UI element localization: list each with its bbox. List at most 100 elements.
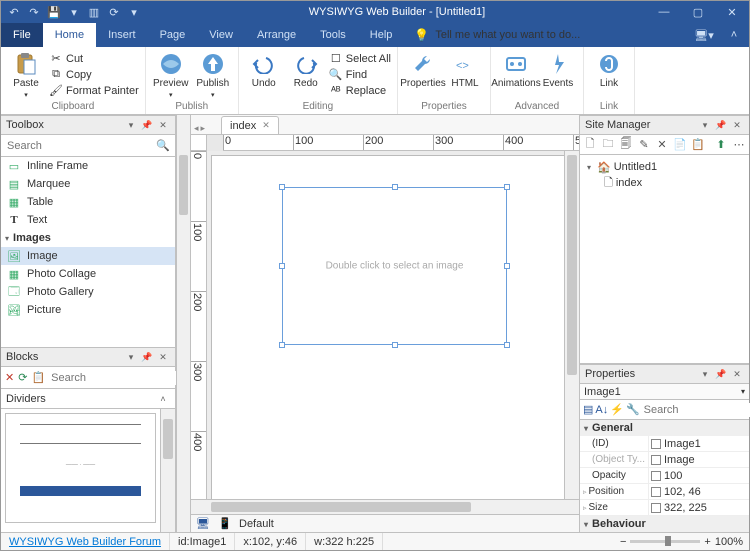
menu-home[interactable]: Home — [43, 23, 96, 47]
alphabetical-icon[interactable]: A↓ — [595, 402, 608, 418]
properties-search-input[interactable] — [642, 403, 750, 417]
close-icon[interactable]: ✕ — [156, 118, 170, 132]
prop-opacity[interactable]: Opacity100 — [580, 468, 749, 484]
edit-icon[interactable]: ✎ — [636, 137, 652, 153]
menu-view[interactable]: View — [197, 23, 245, 47]
tree-page-index[interactable]: 🗋 index — [584, 175, 745, 191]
display-settings-icon[interactable]: 🖥▾ — [689, 23, 719, 47]
toolbox-item-inline-frame[interactable]: ▭Inline Frame — [1, 157, 175, 175]
menu-page[interactable]: Page — [148, 23, 198, 47]
pin-icon[interactable]: 📌 — [714, 367, 728, 381]
close-tab-icon[interactable]: ✕ — [262, 120, 270, 131]
undo-button[interactable]: Undo — [245, 49, 283, 89]
find-button[interactable]: 🔍Find — [329, 67, 391, 82]
properties-button[interactable]: Properties — [404, 49, 442, 89]
zoom-slider[interactable] — [630, 540, 700, 543]
save-icon[interactable]: 💾 — [47, 5, 61, 19]
zoom-in-button[interactable]: + — [704, 536, 710, 548]
blocks-scrollbar[interactable] — [160, 409, 175, 532]
toolbox-item-photo-gallery[interactable]: 🗔Photo Gallery — [1, 283, 175, 301]
menu-tools[interactable]: Tools — [308, 23, 358, 47]
category-general[interactable]: General — [580, 420, 749, 436]
delete-icon[interactable]: ✕ — [5, 370, 14, 386]
close-icon[interactable]: ✕ — [156, 350, 170, 364]
close-icon[interactable]: ✕ — [730, 367, 744, 381]
paste-button[interactable]: Paste ▾ — [7, 49, 45, 99]
close-icon[interactable]: ✕ — [730, 118, 744, 132]
refresh-icon[interactable]: ⟳ — [107, 5, 121, 19]
properties-icon[interactable]: 📋 — [690, 137, 706, 153]
prop-size[interactable]: Size322, 225 — [580, 500, 749, 516]
categorized-icon[interactable]: ▤ — [583, 402, 593, 418]
chevron-up-icon[interactable]: ˄ — [156, 392, 170, 406]
tab-next-icon[interactable]: ▸ — [201, 123, 206, 134]
animations-button[interactable]: Animations — [497, 49, 535, 89]
document-tab-index[interactable]: index ✕ — [221, 116, 279, 134]
collapse-ribbon-icon[interactable]: ˄ — [719, 23, 749, 47]
close-button[interactable]: ✕ — [715, 1, 749, 23]
toolbox-category-images[interactable]: Images — [1, 229, 175, 247]
cut-button[interactable]: ✂Cut — [49, 51, 139, 66]
new-folder-icon[interactable]: 🗀 — [600, 137, 616, 153]
canvas-scrollbar-h[interactable] — [191, 499, 579, 514]
new-page-icon[interactable]: 🗋 — [582, 137, 598, 153]
breakpoint-label[interactable]: Default — [239, 518, 274, 530]
mobile-icon[interactable]: 📱 — [217, 516, 233, 532]
search-icon[interactable]: 🔍 — [155, 139, 171, 152]
preview-button[interactable]: Preview▾ — [152, 49, 190, 99]
import-icon[interactable]: ⬆ — [713, 137, 729, 153]
tell-me-box[interactable]: 💡 Tell me what you want to do... — [404, 23, 689, 47]
pin-icon[interactable]: 📌 — [714, 118, 728, 132]
toolbox-item-picture[interactable]: 🏞Picture — [1, 301, 175, 319]
panel-menu-icon[interactable]: ▾ — [698, 367, 712, 381]
toolbox-item-text[interactable]: TText — [1, 211, 175, 229]
tab-prev-icon[interactable]: ◂ — [194, 123, 199, 134]
menu-insert[interactable]: Insert — [96, 23, 148, 47]
paste-icon[interactable]: 📋 — [31, 370, 45, 386]
toolbox-search-input[interactable] — [5, 139, 155, 153]
qat-more-icon[interactable]: ▾ — [127, 5, 141, 19]
maximize-button[interactable]: ▢ — [681, 1, 715, 23]
selected-object-label[interactable]: Image1▾ — [580, 384, 749, 400]
panel-menu-icon[interactable]: ▾ — [124, 350, 138, 364]
toolbox-item-image[interactable]: 🖼Image — [1, 247, 175, 265]
copy-icon[interactable]: 📄 — [672, 137, 688, 153]
toolbox-scrollbar[interactable] — [176, 115, 191, 532]
prop-position[interactable]: Position102, 46 — [580, 484, 749, 500]
replace-button[interactable]: ᴬᴮReplace — [329, 83, 391, 98]
clone-page-icon[interactable]: 🗐 — [618, 137, 634, 153]
toolbox-item-marquee[interactable]: ▤Marquee — [1, 175, 175, 193]
wrench-icon[interactable]: 🔧 — [626, 402, 640, 418]
more-icon[interactable]: ⋯ — [731, 137, 747, 153]
zoom-out-button[interactable]: − — [620, 536, 626, 548]
selected-image-element[interactable]: Double click to select an image — [282, 187, 507, 345]
blocks-search-input[interactable] — [49, 371, 195, 385]
events-button[interactable]: Events — [539, 49, 577, 89]
menu-file[interactable]: File — [1, 23, 43, 47]
menu-arrange[interactable]: Arrange — [245, 23, 308, 47]
refresh-icon[interactable]: ⟳ — [18, 370, 27, 386]
category-behaviour[interactable]: Behaviour — [580, 516, 749, 532]
pin-icon[interactable]: 📌 — [140, 350, 154, 364]
canvas-scrollbar-v[interactable] — [564, 151, 579, 499]
toolbox-item-photo-collage[interactable]: ▦Photo Collage — [1, 265, 175, 283]
divider-preview[interactable]: —— · —— — [5, 413, 156, 523]
undo-icon[interactable]: ↶ — [7, 5, 21, 19]
panel-menu-icon[interactable]: ▾ — [698, 118, 712, 132]
redo-icon[interactable]: ↷ — [27, 5, 41, 19]
delete-icon[interactable]: ✕ — [654, 137, 670, 153]
open-icon[interactable]: ▥ — [87, 5, 101, 19]
html-button[interactable]: <> HTML — [446, 49, 484, 89]
link-button[interactable]: Link — [590, 49, 628, 89]
expander-icon[interactable]: ▾ — [584, 163, 594, 172]
panel-menu-icon[interactable]: ▾ — [124, 118, 138, 132]
prop-id[interactable]: (ID)Image1 — [580, 436, 749, 452]
events-icon[interactable]: ⚡ — [610, 402, 624, 418]
select-all-button[interactable]: ☐Select All — [329, 51, 391, 66]
publish-button[interactable]: Publish▾ — [194, 49, 232, 99]
minimize-button[interactable]: — — [647, 1, 681, 23]
save-dropdown-icon[interactable]: ▾ — [67, 5, 81, 19]
pin-icon[interactable]: 📌 — [140, 118, 154, 132]
copy-button[interactable]: ⧉Copy — [49, 67, 139, 82]
format-painter-button[interactable]: 🖌Format Painter — [49, 83, 139, 98]
